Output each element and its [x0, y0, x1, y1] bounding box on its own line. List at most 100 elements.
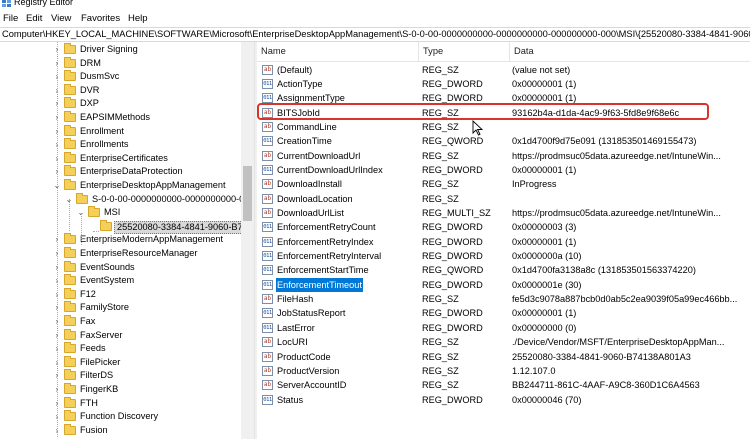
folder-icon: [64, 179, 76, 190]
column-header-type[interactable]: Type: [419, 42, 510, 61]
value-data: BB244711-861C-4AAF-A9C8-360D1C6A4563: [512, 380, 700, 391]
value-row[interactable]: 011 JobStatusReport REG_DWORD 0x00000001 (1…: [257, 306, 750, 320]
value-row[interactable]: ab ProductCode REG_SZ 25520080-3384-4841-90…: [257, 350, 750, 364]
value-row[interactable]: 011 CreationTime REG_QWORD 0x1d4700f9d75e09…: [257, 134, 750, 148]
scrollbar-thumb[interactable]: [243, 166, 252, 221]
value-name: FileHash: [277, 294, 314, 305]
value-row[interactable]: ab (Default) REG_SZ (value not set): [257, 63, 750, 77]
column-header-name[interactable]: Name: [257, 42, 419, 61]
tree-item-label: DXP: [80, 98, 99, 109]
tree-item[interactable]: ⌄S-0-0-00-0000000000-0000000000-00000000…: [0, 192, 254, 207]
tree-item-label: S-0-0-00-0000000000-0000000000-000000000…: [92, 193, 254, 204]
value-row[interactable]: ab FileHash REG_SZ fe5d3c9078a887bcb0d0ab5c…: [257, 292, 750, 306]
value-row[interactable]: ab LocURI REG_SZ ./Device/Vendor/MSFT/Enter…: [257, 335, 750, 349]
tree-item[interactable]: › DXP: [0, 97, 241, 111]
tree-item[interactable]: › Function Discovery: [0, 410, 241, 424]
tree-item[interactable]: › FaxServer: [0, 328, 241, 343]
value-row[interactable]: ab ServerAccountID REG_SZ BB244711-861C-4AA…: [257, 378, 750, 392]
value-row[interactable]: ab CurrentDownloadUrl REG_SZ https://prodms…: [257, 149, 750, 163]
value-name: CurrentDownloadUrlIndex: [277, 164, 383, 175]
tree-item[interactable]: › Fax: [0, 315, 241, 329]
tree-item[interactable]: › Driver Signing: [0, 43, 241, 57]
value-row[interactable]: ab DownloadLocation REG_SZ: [257, 192, 750, 206]
folder-icon: [64, 342, 76, 354]
value-data: 0x1d4700f9d75e091 (131853501469155473): [512, 136, 697, 147]
string-value-icon: ab: [262, 150, 273, 161]
menu-file[interactable]: File: [2, 12, 19, 25]
tree-item[interactable]: › FamilyStore: [0, 301, 241, 315]
value-row[interactable]: 011 Status REG_DWORD 0x00000046 (70): [257, 393, 750, 407]
tree-item-label: EnterpriseDataProtection: [80, 166, 183, 177]
tree-item-label: DRM: [80, 57, 101, 68]
value-data: 0x0000001e (30): [512, 279, 582, 290]
value-name: DownloadUrlList: [277, 208, 344, 218]
tree-item-label: EnterpriseCertificates: [80, 152, 168, 163]
value-type: REG_DWORD: [422, 251, 483, 262]
tree-item[interactable]: › Enrollment: [0, 124, 241, 139]
folder-icon: [64, 83, 76, 95]
menu-favorites[interactable]: Favorites: [80, 12, 121, 25]
tree-scrollbar[interactable]: [241, 42, 254, 439]
value-name: Status: [277, 394, 304, 405]
value-row[interactable]: ab DownloadUrlList REG_MULTI_SZ https://pro…: [257, 206, 750, 220]
menu-help[interactable]: Help: [127, 12, 149, 25]
value-row[interactable]: ab ProductVersion REG_SZ 1.12.107.0: [257, 364, 750, 378]
tree-item[interactable]: › Feeds: [0, 342, 241, 356]
value-row[interactable]: 011 ActionType REG_DWORD 0x00000001 (1): [257, 77, 750, 91]
value-row[interactable]: 011 EnforcementStartTime REG_QWORD 0x1d4700…: [257, 263, 750, 277]
tree-item[interactable]: › FilePicker: [0, 355, 241, 370]
value-row[interactable]: ab DownloadInstall REG_SZ InProgress: [257, 177, 750, 191]
folder-icon: [64, 165, 76, 177]
binary-value-icon: 011: [262, 279, 273, 290]
value-data: 0x00000046 (70): [512, 394, 582, 405]
tree-item-label: EventSounds: [80, 261, 135, 272]
menu-edit[interactable]: Edit: [25, 12, 43, 25]
tree-item[interactable]: › EAPSIMMethods: [0, 111, 241, 125]
tree-item-label: FilePicker: [80, 356, 121, 367]
tree-item-label: FTH: [80, 397, 98, 408]
tree-item[interactable]: › EnterpriseModernAppManagement: [0, 233, 241, 247]
tree-item[interactable]: › EnterpriseResourceManager: [0, 247, 241, 261]
tree-item[interactable]: 25520080-3384-4841-9060-B74138A801A3: [0, 219, 254, 234]
binary-value-icon: 011: [262, 251, 273, 262]
tree-item[interactable]: › DusmSvc: [0, 70, 241, 84]
value-row[interactable]: 011 LastError REG_DWORD 0x00000000 (0): [257, 321, 750, 335]
tree-connector-line: [57, 42, 58, 437]
tree-item-label: EnterpriseResourceManager: [80, 248, 198, 258]
tree-item[interactable]: ⌄ MSI: [0, 206, 241, 220]
value-data: 0x1d4700fa3138a8c (131853501563374220): [512, 265, 696, 276]
value-row[interactable]: 011 CurrentDownloadUrlIndex REG_DWORD 0x000…: [257, 163, 750, 177]
folder-icon: [64, 423, 76, 435]
value-data: 0x00000001 (1): [512, 78, 577, 89]
value-row[interactable]: 011 EnforcementRetryIndex REG_DWORD 0x00000…: [257, 235, 750, 249]
value-row[interactable]: ab CommandLine REG_SZ: [257, 120, 750, 134]
tree-item[interactable]: › DVR: [0, 83, 241, 98]
value-type: REG_SZ: [422, 337, 459, 348]
value-row[interactable]: 011 EnforcementTimeout REG_DWORD 0x0000001e…: [257, 277, 750, 293]
value-type: REG_SZ: [422, 121, 459, 132]
binary-value-icon: 011: [262, 236, 273, 247]
tree-item[interactable]: › Fusion: [0, 423, 241, 438]
tree-item[interactable]: › FingerKB: [0, 383, 241, 397]
folder-icon: [64, 396, 76, 408]
tree-item[interactable]: ⌄ EnterpriseDesktopAppManagement: [0, 179, 241, 193]
tree-item[interactable]: › F12: [0, 287, 241, 302]
tree-connector-line: [81, 213, 82, 245]
tree-item[interactable]: › EventSounds: [0, 260, 241, 275]
tree-item[interactable]: › FilterDS: [0, 369, 241, 383]
values-list: Name Type Data ab (Default) REG_SZ (value n…: [257, 42, 750, 439]
value-name: ActionType: [277, 78, 323, 89]
tree-item[interactable]: › EventSystem: [0, 274, 241, 288]
menu-view[interactable]: View: [50, 12, 72, 25]
address-bar[interactable]: Computer\HKEY_LOCAL_MACHINE\SOFTWARE\Mic…: [0, 27, 750, 42]
tree-item[interactable]: › Enrollments: [0, 138, 241, 152]
value-row[interactable]: 011 EnforcementRetryCount REG_DWORD 0x00000…: [257, 220, 750, 234]
tree-item-label: FamilyStore: [80, 302, 130, 313]
binary-value-icon: 011: [262, 265, 273, 276]
tree-item[interactable]: › EnterpriseCertificates: [0, 151, 241, 166]
tree-item[interactable]: › FTH: [0, 396, 241, 411]
tree-item[interactable]: › DRM: [0, 56, 241, 71]
tree-item[interactable]: › EnterpriseDataProtection: [0, 165, 241, 179]
column-header-data[interactable]: Data: [510, 42, 750, 61]
value-row[interactable]: 011 EnforcementRetryInterval REG_DWORD 0x00…: [257, 249, 750, 263]
